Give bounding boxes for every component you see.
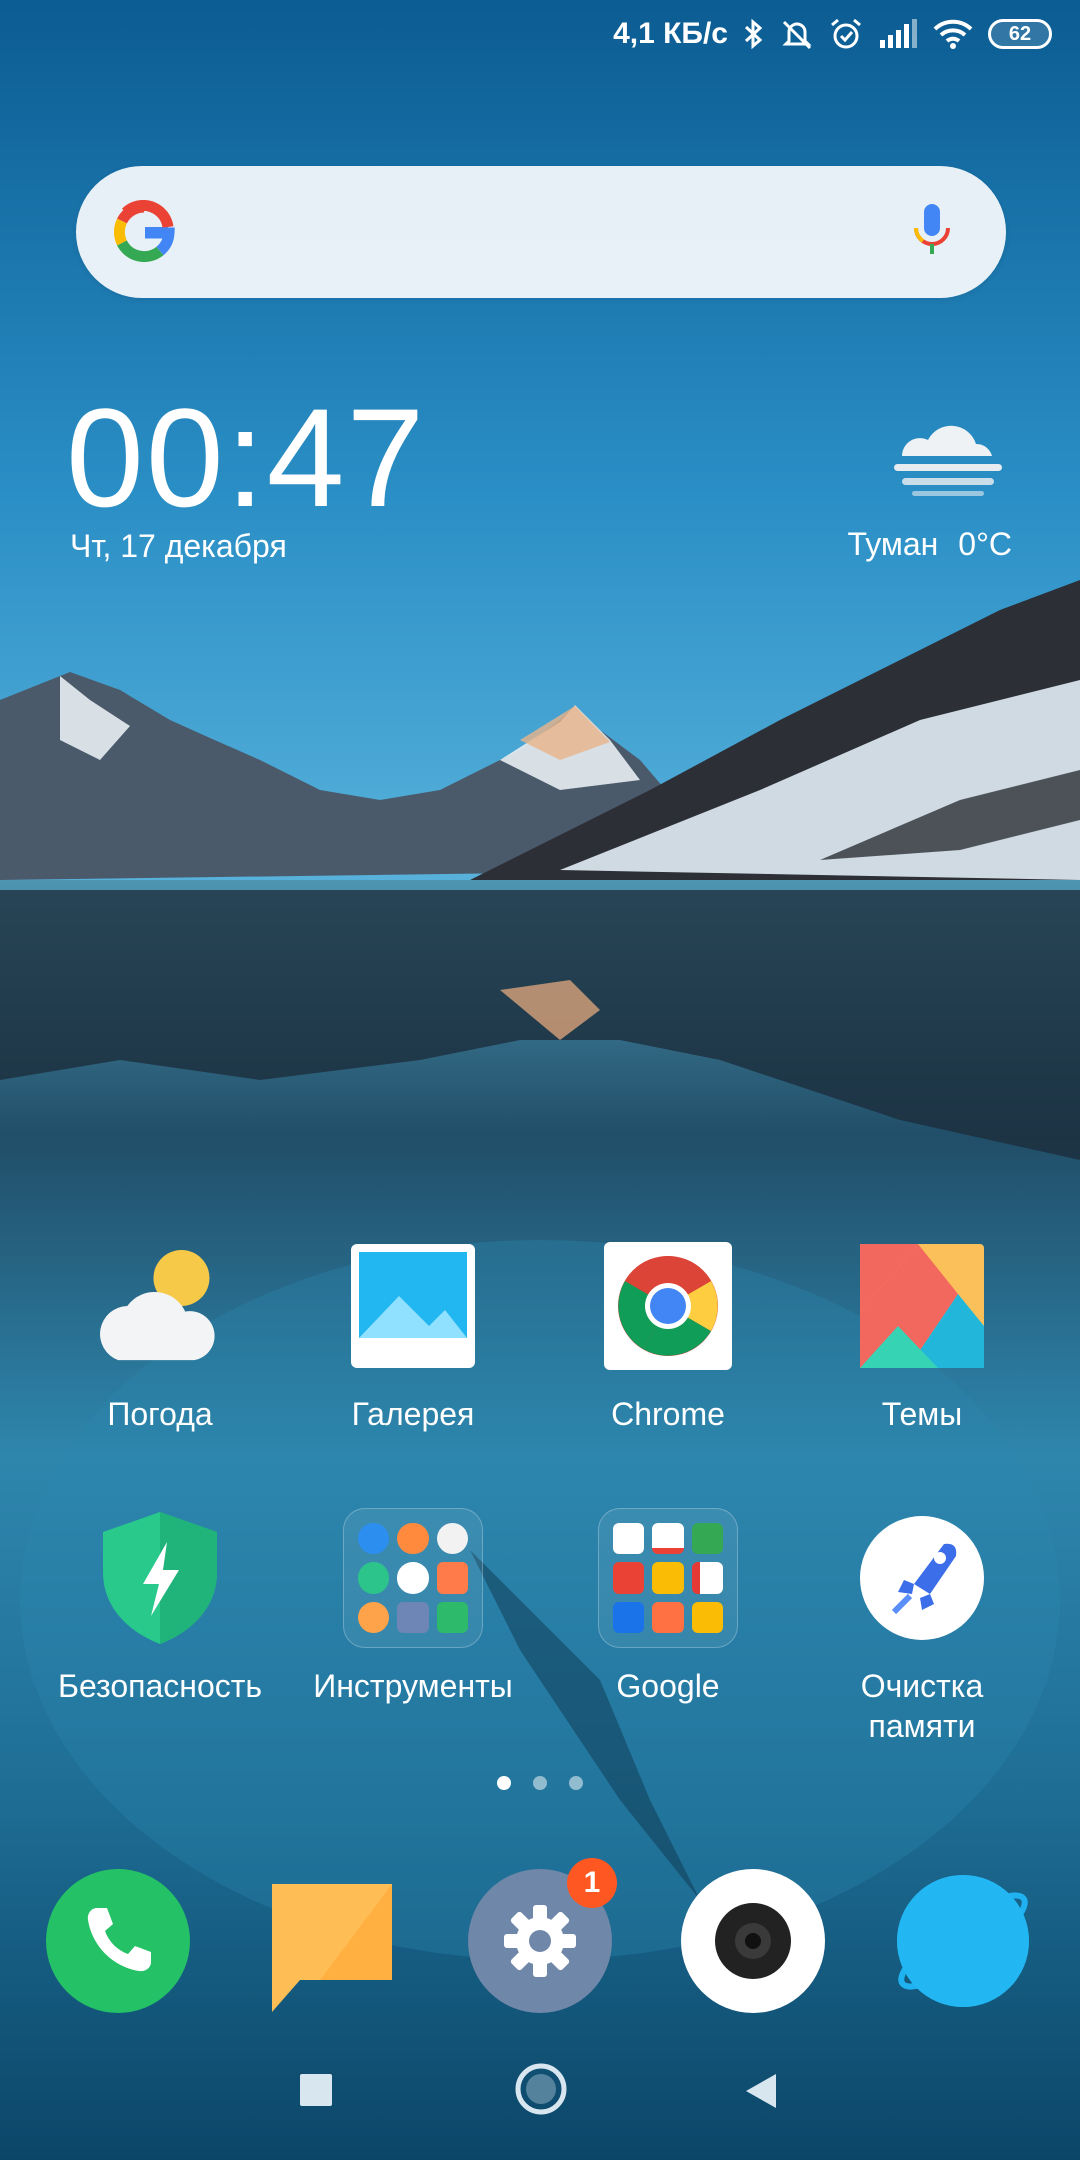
microphone-icon[interactable] <box>908 200 956 264</box>
muted-bell-icon <box>782 20 812 50</box>
app-label: Инструменты <box>313 1668 513 1704</box>
home-button[interactable] <box>514 2062 568 2116</box>
dock: 1 <box>0 1858 1080 2018</box>
cleaner-icon <box>852 1508 992 1648</box>
clock-time[interactable]: 00:47 <box>66 388 426 528</box>
dock-messages[interactable] <box>260 1868 406 2014</box>
weather-condition: Туман <box>847 526 939 562</box>
camera-icon <box>681 1869 825 2013</box>
app-label: Галерея <box>351 1396 475 1432</box>
app-chrome[interactable]: Chrome <box>553 1236 783 1434</box>
themes-icon <box>852 1236 992 1376</box>
clock-date: Чт, 17 декабря <box>70 528 287 564</box>
network-speed: 4,1 КБ/с <box>613 17 728 50</box>
recents-button[interactable] <box>298 2072 334 2108</box>
browser-planet-icon <box>897 1875 1029 2007</box>
battery-level: 62 <box>1008 22 1032 45</box>
dock-settings[interactable]: 1 <box>467 1858 617 2014</box>
alarm-icon <box>831 18 861 49</box>
page-dot[interactable] <box>569 1776 583 1790</box>
folder-google[interactable]: Google <box>553 1508 783 1706</box>
app-label: Очистка памяти <box>860 1668 984 1744</box>
page-dot[interactable] <box>497 1776 511 1790</box>
dock-camera[interactable] <box>680 1868 826 2014</box>
fog-weather-icon[interactable] <box>882 408 1012 498</box>
notification-badge: 1 <box>567 1858 617 1908</box>
app-label: Погода <box>107 1396 213 1432</box>
battery-indicator: 62 <box>988 19 1052 49</box>
weather-temperature: 0°C <box>958 526 1012 562</box>
page-dot[interactable] <box>533 1776 547 1790</box>
bluetooth-icon <box>744 18 763 50</box>
chrome-icon <box>598 1236 738 1376</box>
app-themes[interactable]: Темы <box>807 1236 1037 1434</box>
wallpaper <box>0 0 1080 2160</box>
google-folder-icon <box>598 1508 738 1648</box>
back-button[interactable] <box>744 2072 778 2110</box>
app-weather[interactable]: Погода <box>45 1236 275 1434</box>
google-logo-icon <box>112 200 175 263</box>
app-label: Chrome <box>611 1396 725 1432</box>
navigation-bar <box>0 2060 1080 2130</box>
messages-icon <box>272 1884 392 2012</box>
app-label: Безопасность <box>57 1668 263 1704</box>
wifi-icon <box>933 19 973 49</box>
app-cleaner[interactable]: Очистка памяти <box>807 1508 1037 1746</box>
app-label: Темы <box>881 1396 963 1432</box>
app-label: Google <box>616 1668 720 1704</box>
signal-icon <box>880 19 917 48</box>
tools-folder-icon <box>343 1508 483 1648</box>
google-search-bar[interactable] <box>76 166 1006 298</box>
gallery-icon <box>343 1236 483 1376</box>
dock-phone[interactable] <box>45 1868 191 2014</box>
folder-tools[interactable]: Инструменты <box>298 1508 528 1706</box>
status-icons: 4,1 КБ/с 62 <box>613 14 1052 54</box>
app-security[interactable]: Безопасность <box>45 1508 275 1706</box>
status-bar: 4,1 КБ/с 62 <box>0 0 1080 72</box>
weather-info: Туман 0°C <box>847 526 1012 563</box>
dock-browser[interactable] <box>890 1868 1036 2014</box>
app-gallery[interactable]: Галерея <box>298 1236 528 1434</box>
phone-icon <box>46 1869 190 2013</box>
security-icon <box>90 1508 230 1648</box>
page-indicator[interactable] <box>0 1776 1080 1790</box>
weather-app-icon <box>90 1236 230 1376</box>
